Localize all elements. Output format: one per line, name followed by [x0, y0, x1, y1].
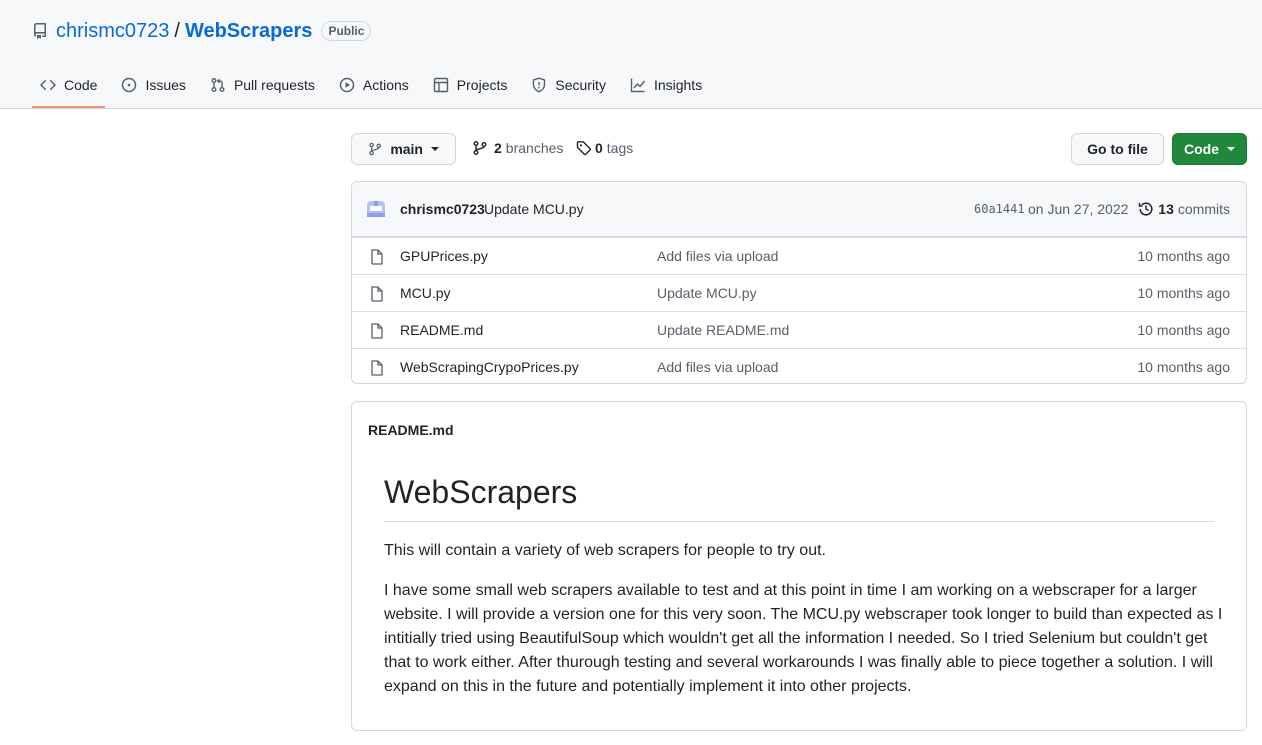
file-name-link[interactable]: README.md	[400, 322, 483, 338]
play-icon	[339, 77, 355, 93]
tab-issues-label: Issues	[145, 77, 186, 93]
file-commit-message[interactable]: Add files via upload	[657, 359, 778, 375]
tab-pull-requests[interactable]: Pull requests	[202, 70, 323, 100]
branches-link[interactable]: 2 branches	[472, 140, 563, 156]
file-commit-message[interactable]: Update README.md	[657, 322, 789, 338]
issue-icon	[122, 77, 137, 93]
file-name-link[interactable]: GPUPrices.py	[400, 248, 488, 264]
branch-select-button[interactable]: main	[351, 133, 456, 165]
tab-projects-label: Projects	[456, 77, 508, 93]
commits-history-link[interactable]: 13 commits	[1138, 201, 1230, 217]
readme-filename[interactable]: README.md	[368, 422, 454, 438]
visibility-badge: Public	[321, 21, 372, 41]
file-commit-message[interactable]: Add files via upload	[657, 248, 778, 264]
repo-title: chrismc0723 / WebScrapers Public	[32, 19, 372, 43]
tag-icon	[576, 141, 591, 156]
commit-sha[interactable]: 60a1441	[974, 202, 1025, 216]
tab-actions[interactable]: Actions	[331, 70, 417, 100]
shield-icon	[533, 77, 546, 93]
code-button-label: Code	[1184, 141, 1219, 157]
file-name-link[interactable]: MCU.py	[400, 285, 451, 301]
tab-pull-requests-label: Pull requests	[233, 77, 315, 93]
file-age: 10 months ago	[1137, 248, 1230, 264]
code-icon	[40, 79, 56, 91]
readme-title: WebScrapers	[384, 474, 1214, 522]
table-icon	[433, 77, 448, 93]
history-icon	[1139, 202, 1153, 216]
file-age: 10 months ago	[1137, 285, 1230, 301]
repo-nav-tabs: Code Issues Pull requests Actions Projec…	[32, 70, 718, 108]
file-row[interactable]: GPUPrices.py Add files via upload 10 mon…	[352, 237, 1246, 274]
commit-author[interactable]: chrismc0723	[400, 201, 485, 217]
file-icon	[371, 360, 383, 376]
go-to-file-button[interactable]: Go to file	[1071, 133, 1164, 165]
file-name-link[interactable]: WebScrapingCrypoPrices.py	[400, 359, 579, 375]
tab-code[interactable]: Code	[32, 70, 106, 108]
readme-paragraph: I have some small web scrapers available…	[384, 582, 1223, 695]
commits-label: commits	[1177, 201, 1230, 217]
readme-box: README.md WebScrapers This will contain …	[351, 401, 1247, 731]
tab-insights-label: Insights	[653, 77, 703, 93]
repo-owner-link[interactable]: chrismc0723	[56, 20, 169, 43]
commit-date: on Jun 27, 2022	[1028, 201, 1129, 217]
file-row[interactable]: WebScrapingCrypoPrices.py Add files via …	[352, 348, 1246, 383]
git-branch-icon	[473, 141, 487, 155]
tab-issues[interactable]: Issues	[113, 70, 193, 100]
tab-insights[interactable]: Insights	[622, 70, 710, 100]
file-commit-message[interactable]: Update MCU.py	[657, 285, 757, 301]
file-navigation-box: chrismc0723 Update MCU.py 60a1441 on Jun…	[351, 181, 1247, 384]
tags-count: 0	[595, 140, 603, 156]
tab-security-label: Security	[555, 77, 606, 93]
tab-security[interactable]: Security	[523, 70, 614, 100]
commit-message[interactable]: Update MCU.py	[484, 201, 584, 217]
file-icon	[371, 286, 383, 302]
go-to-file-label: Go to file	[1087, 141, 1148, 157]
file-icon	[371, 249, 383, 265]
chevron-down-icon	[431, 147, 439, 151]
repo-name-link[interactable]: WebScrapers	[185, 20, 312, 43]
chevron-down-icon	[1227, 147, 1235, 151]
latest-commit-row: chrismc0723 Update MCU.py 60a1441 on Jun…	[352, 182, 1246, 237]
avatar[interactable]	[365, 198, 387, 220]
tab-actions-label: Actions	[362, 77, 409, 93]
branch-name: main	[390, 141, 423, 157]
branches-count: 2	[494, 140, 502, 156]
repo-icon	[34, 23, 46, 39]
file-age: 10 months ago	[1137, 359, 1230, 375]
repo-separator: /	[174, 19, 180, 42]
readme-paragraph: This will contain a variety of web scrap…	[384, 542, 826, 559]
file-age: 10 months ago	[1137, 322, 1230, 338]
tags-label: tags	[606, 140, 634, 156]
pull-request-icon	[211, 78, 225, 92]
commits-count: 13	[1158, 201, 1174, 217]
tab-projects[interactable]: Projects	[425, 70, 516, 100]
file-icon	[371, 323, 383, 339]
tags-link[interactable]: 0 tags	[576, 140, 633, 156]
tab-code-label: Code	[64, 77, 98, 93]
git-branch-icon	[369, 142, 381, 156]
graph-icon	[630, 78, 645, 93]
branches-label: branches	[505, 140, 564, 156]
file-row[interactable]: README.md Update README.md 10 months ago	[352, 311, 1246, 348]
repo-header: chrismc0723 / WebScrapers Public Code Is…	[0, 0, 1262, 109]
code-dropdown-button[interactable]: Code	[1172, 133, 1247, 165]
file-row[interactable]: MCU.py Update MCU.py 10 months ago	[352, 274, 1246, 311]
